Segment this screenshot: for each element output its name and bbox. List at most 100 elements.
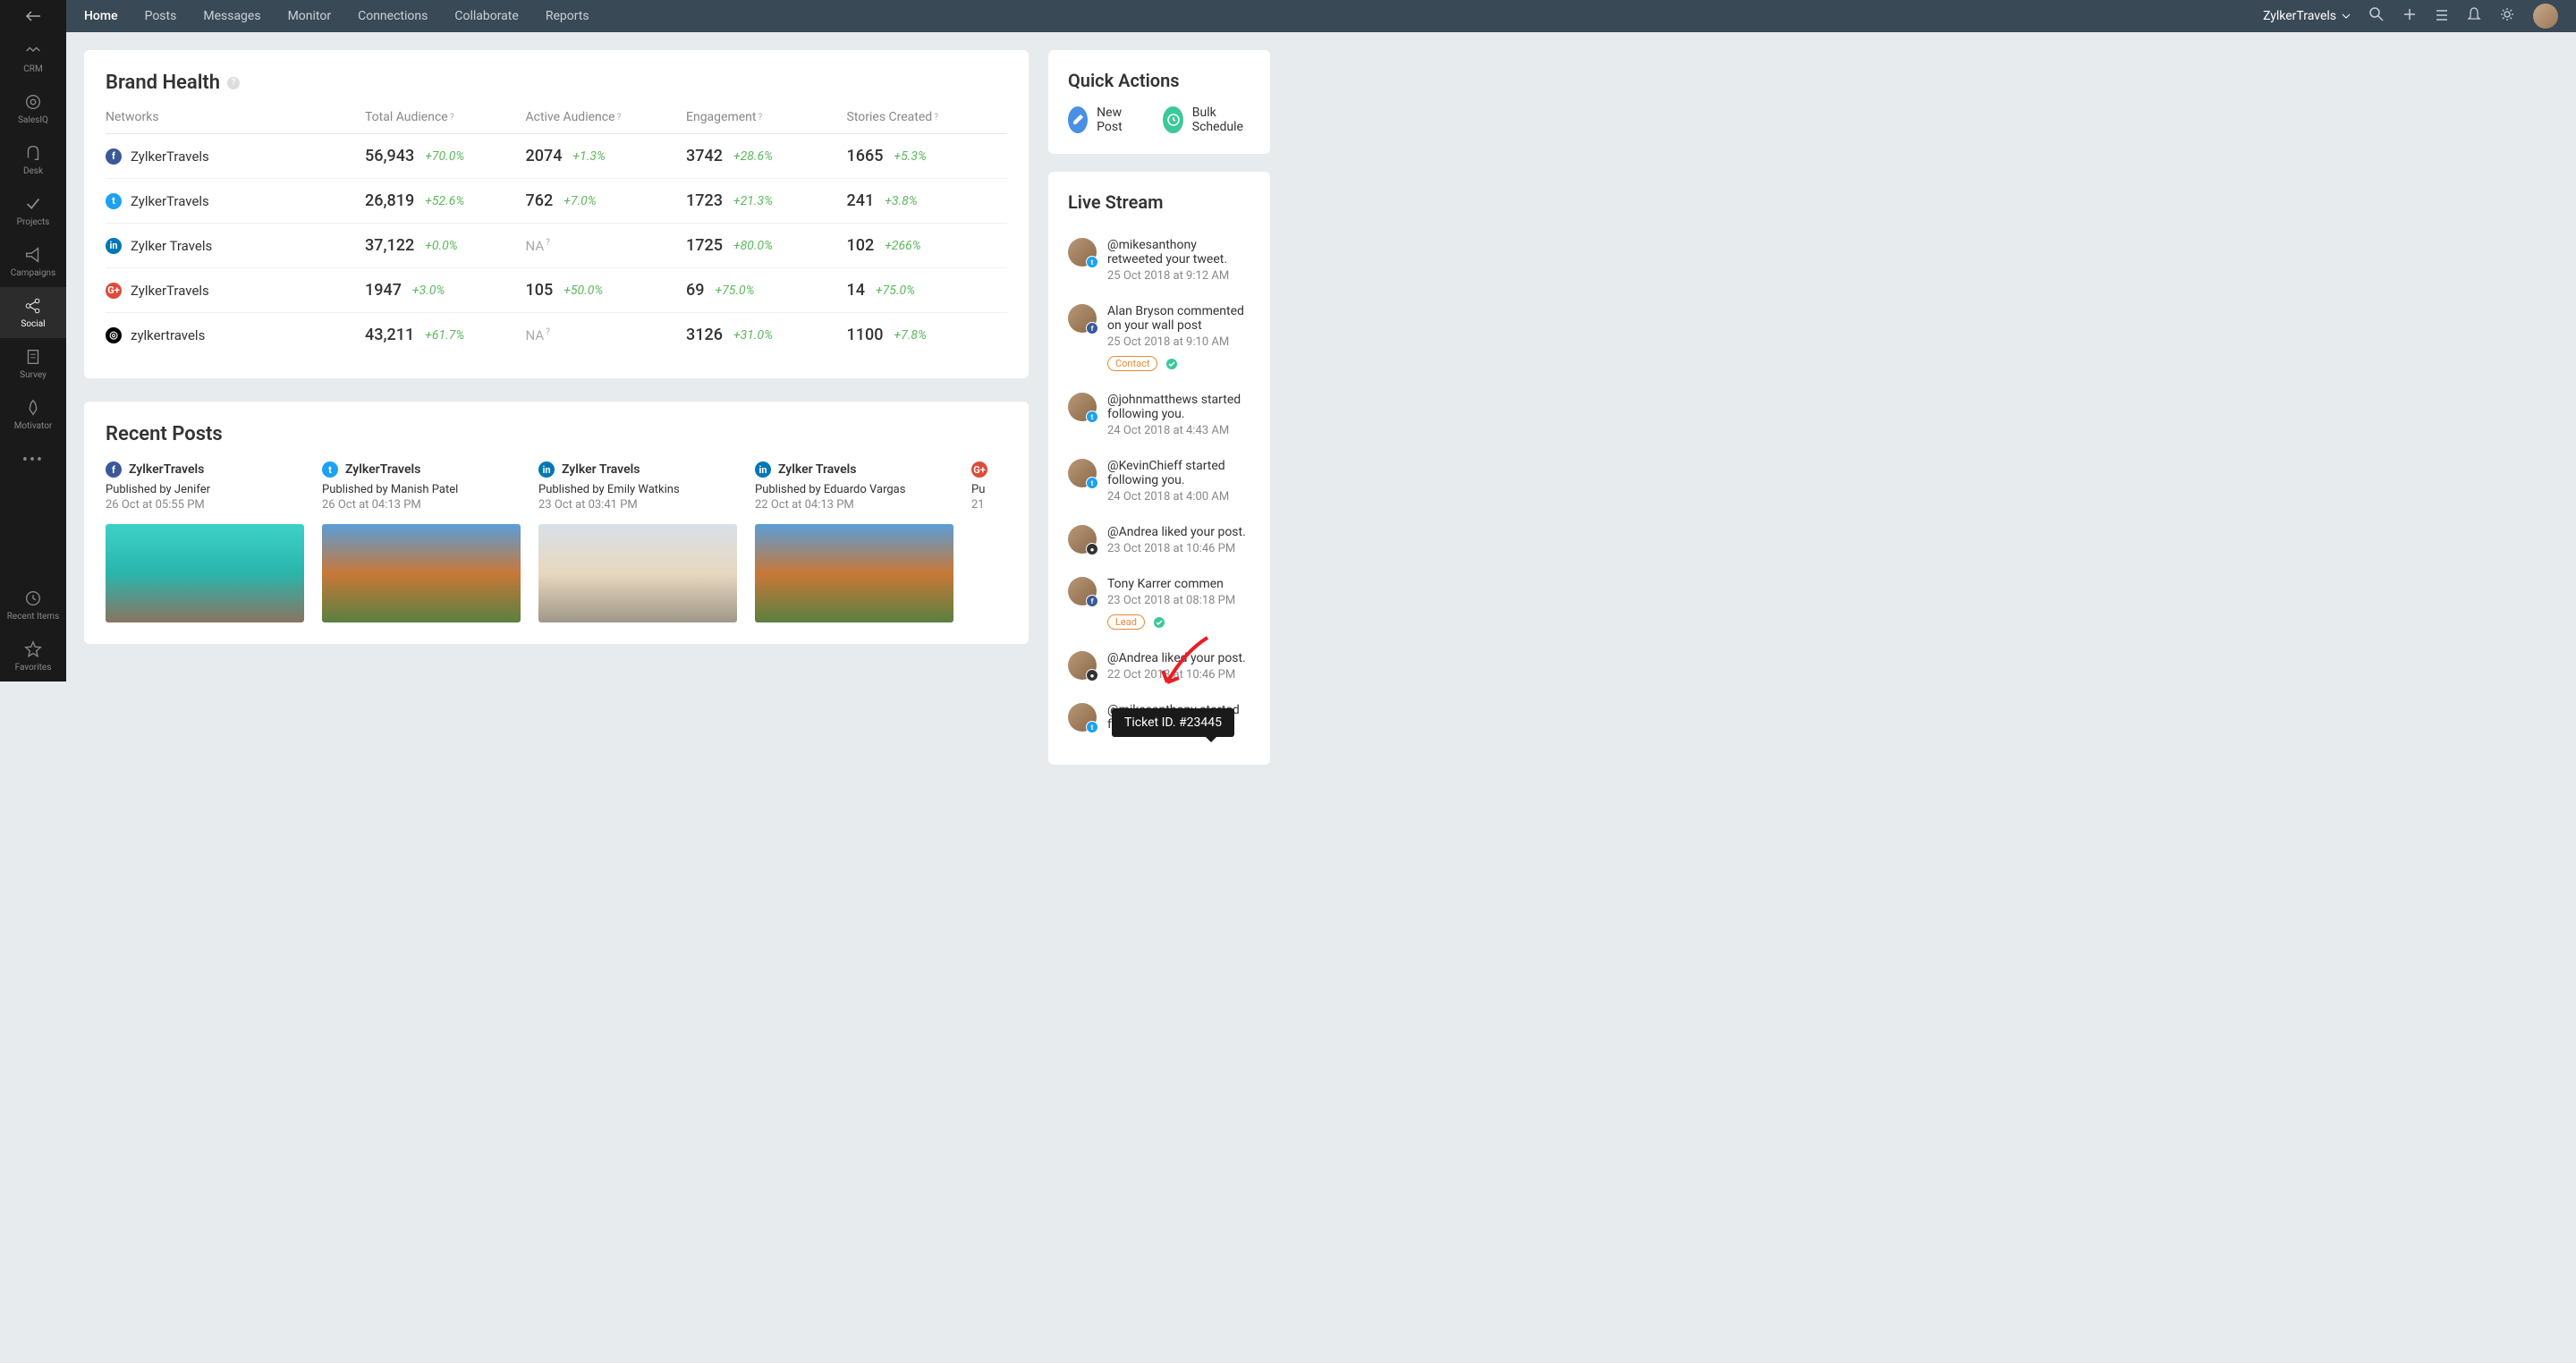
post-date: 26 Oct at 05:55 PM [106,498,304,512]
post-author: Published by Manish Patel [322,483,521,496]
list-button[interactable] [2435,8,2449,25]
health-row[interactable]: fZylkerTravels 56,943+70.0% 2074+1.3% 37… [106,134,1007,179]
account-selector[interactable]: ZylkerTravels [2263,9,2351,23]
sidebar-item-motivator[interactable]: Motivator [0,389,66,440]
share-icon [23,296,43,316]
sidebar-item-label: Social [21,319,45,329]
sidebar-item-social[interactable]: Social [0,287,66,338]
post-image [971,524,1007,622]
stream-text: @mikesanthony retweeted your tweet. [1107,238,1250,267]
post-card[interactable]: fZylkerTravels Published by Jenifer 26 O… [106,461,304,622]
stream-avatar: f [1068,577,1097,605]
sidebar-item-label: CRM [23,64,42,74]
stream-text: Tony Karrer commen [1107,577,1250,591]
post-card[interactable]: tZylkerTravels Published by Manish Patel… [322,461,521,622]
chevron-down-icon [2342,13,2351,19]
headset-icon [23,143,43,163]
post-network-name: Zylker Travels [562,462,640,477]
stream-item[interactable]: t @KevinChieff started following you. 24… [1068,448,1250,514]
post-card[interactable]: G+ Pu 21 [971,461,1007,622]
nav-collaborate[interactable]: Collaborate [454,9,518,23]
sidebar-item-label: Desk [23,166,43,176]
action-icon[interactable] [1152,615,1166,630]
sidebar-item-desk[interactable]: Desk [0,134,66,185]
health-row[interactable]: ◎zylkertravels 43,211+61.7% NA? 3126+31.… [106,313,1007,357]
nav-messages[interactable]: Messages [203,9,260,23]
post-network-name: ZylkerTravels [129,462,204,477]
stream-date: 23 Oct 2018 at 10:46 PM [1107,542,1235,555]
post-date: 23 Oct at 03:41 PM [538,498,737,512]
post-author: Pu [971,483,1007,496]
topbar-nav: Home Posts Messages Monitor Connections … [84,9,589,23]
stream-text: @Andrea liked your post. [1107,525,1250,539]
health-row[interactable]: tZylkerTravels 26,819+52.6% 762+7.0% 172… [106,179,1007,224]
topbar: Home Posts Messages Monitor Connections … [66,0,2576,32]
stream-avatar: ● [1068,525,1097,554]
post-date: 26 Oct at 04:13 PM [322,498,521,512]
bulk-schedule-button[interactable]: Bulk Schedule [1163,106,1250,134]
main-content: Brand Health ? Networks Total Audience? … [66,32,1288,783]
sidebar-item-crm[interactable]: CRM [0,32,66,83]
help-icon[interactable]: ? [227,77,240,89]
card-title: Brand Health ? [106,72,1007,94]
tag-contact[interactable]: Contact [1107,356,1157,371]
post-card[interactable]: inZylker Travels Published by Eduardo Va… [755,461,953,622]
user-avatar[interactable] [2533,4,2558,29]
post-author: Published by Jenifer [106,483,304,496]
health-row[interactable]: inZylker Travels 37,122+0.0% NA? 1725+80… [106,224,1007,268]
gear-icon [2499,6,2515,22]
twitter-icon: t [322,461,338,478]
nav-posts[interactable]: Posts [145,9,177,23]
sidebar-item-campaigns[interactable]: Campaigns [0,236,66,287]
sidebar-item-survey[interactable]: Survey [0,338,66,389]
card-title: Quick Actions [1068,70,1250,91]
health-row[interactable]: G+ZylkerTravels 1947+3.0% 105+50.0% 69+7… [106,268,1007,313]
schedule-icon [1163,106,1182,133]
stream-item[interactable]: f Tony Karrer commen 23 Oct 2018 at 08:1… [1068,566,1250,640]
sidebar-item-label: Survey [20,370,47,380]
nav-monitor[interactable]: Monitor [288,9,332,23]
stream-item[interactable]: t @johnmatthews started following you. 2… [1068,382,1250,448]
new-post-button[interactable]: New Post [1068,106,1136,134]
column-header: Stories Created? [847,110,1008,124]
sidebar-item-salesiq[interactable]: SalesIQ [0,83,66,134]
stream-item[interactable]: f Alan Bryson commented on your wall pos… [1068,293,1250,382]
sidebar-item-label: Favorites [15,663,52,673]
network-badge-icon: ● [1086,669,1098,682]
nav-home[interactable]: Home [84,9,118,23]
sidebar-item-favorites[interactable]: Favorites [0,631,66,682]
nav-reports[interactable]: Reports [546,9,589,23]
search-icon [2368,6,2385,22]
stream-text: Alan Bryson commented on your wall post [1107,304,1250,333]
sidebar-collapse-button[interactable] [0,0,66,32]
instagram-icon: ◎ [106,327,122,343]
post-date: 21 [971,498,1007,512]
stream-avatar: f [1068,304,1097,333]
tag-lead[interactable]: Lead [1107,614,1145,630]
post-author: Published by Eduardo Vargas [755,483,953,496]
nav-connections[interactable]: Connections [358,9,428,23]
action-icon[interactable] [1165,357,1179,371]
post-image [755,524,953,622]
sidebar-item-recent[interactable]: Recent Items [0,580,66,631]
search-button[interactable] [2368,6,2385,26]
list-icon [2435,9,2449,21]
network-name: Zylker Travels [131,238,212,254]
settings-button[interactable] [2499,6,2515,26]
stream-item[interactable]: ● @Andrea liked your post. 23 Oct 2018 a… [1068,514,1250,566]
linkedin-icon: in [106,238,122,254]
notifications-button[interactable] [2467,6,2481,26]
stream-item[interactable]: t @mikesanthony retweeted your tweet. 25… [1068,227,1250,293]
button-label: New Post [1097,106,1136,134]
sidebar-more-button[interactable]: ••• [0,440,66,480]
post-card[interactable]: inZylker Travels Published by Emily Watk… [538,461,737,622]
stream-avatar: ● [1068,651,1097,680]
sidebar-item-projects[interactable]: Projects [0,185,66,236]
post-image [106,524,304,622]
add-button[interactable] [2402,7,2417,25]
stream-text: @KevinChieff started following you. [1107,459,1250,487]
sidebar-item-label: Campaigns [11,268,56,278]
card-title: Recent Posts [106,423,1007,445]
app-sidebar: CRM SalesIQ Desk Projects Campaigns Soci… [0,0,66,682]
handshake-icon [23,41,43,61]
